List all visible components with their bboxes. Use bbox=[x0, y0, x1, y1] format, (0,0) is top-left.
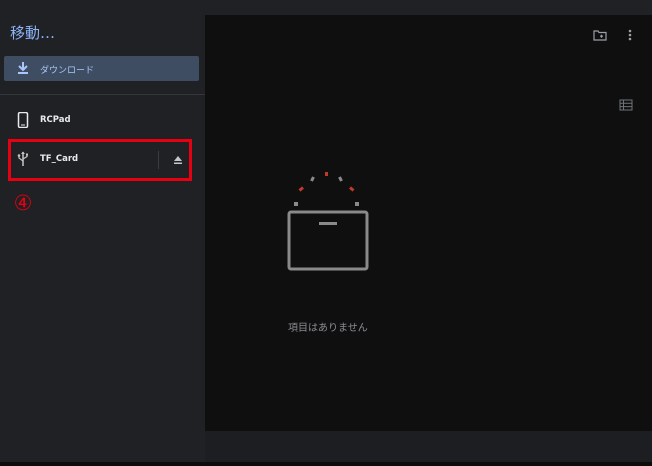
empty-folder-icon bbox=[287, 172, 369, 271]
step-marker: ④ bbox=[14, 191, 33, 215]
step-marker-text: ④ bbox=[14, 191, 33, 215]
list-view-icon[interactable] bbox=[619, 99, 633, 111]
annotation-highlight-box bbox=[8, 139, 192, 181]
window-top-bar bbox=[0, 0, 652, 15]
sidebar-item-rcpad[interactable]: RCPad bbox=[0, 106, 205, 136]
new-folder-icon[interactable] bbox=[593, 28, 607, 42]
bottom-bar bbox=[205, 431, 652, 466]
page-title: 移動… bbox=[10, 24, 56, 42]
sidebar-item-label: ダウンロード bbox=[40, 66, 95, 76]
phone-icon bbox=[17, 112, 29, 128]
more-vert-icon[interactable] bbox=[626, 28, 634, 42]
empty-state-message: 項目はありません bbox=[288, 323, 368, 334]
sidebar-divider bbox=[0, 94, 205, 95]
bottom-strip bbox=[0, 462, 652, 466]
sidebar-item-downloads[interactable]: ダウンロード bbox=[4, 56, 199, 81]
sidebar bbox=[0, 15, 205, 466]
download-icon bbox=[18, 62, 28, 74]
file-list-area bbox=[205, 15, 652, 431]
sidebar-item-label: RCPad bbox=[40, 115, 71, 125]
